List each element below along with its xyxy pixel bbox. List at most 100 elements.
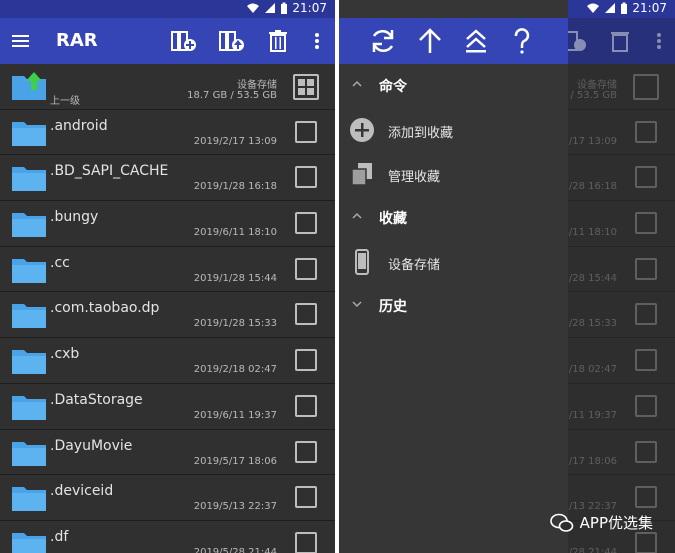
checkbox-icon[interactable] (295, 166, 317, 189)
status-time: 21:07 (632, 1, 667, 15)
menu-item-device-storage[interactable]: 设备存储 (339, 240, 568, 284)
checkbox-icon (635, 531, 657, 553)
phone-icon (355, 249, 369, 275)
file-date: 2019/2/17 13:09 (193, 135, 277, 147)
folder-icon (12, 213, 46, 238)
menu-item-add-favorite[interactable]: 添加到收藏 (339, 108, 568, 152)
file-name: .DayuMovie (50, 437, 133, 454)
checkbox-icon (635, 257, 657, 280)
file-row[interactable]: .cc 2019/1/28 15:44 (0, 246, 335, 293)
file-date: 2019/1/28 15:33 (193, 318, 277, 330)
help-icon[interactable] (507, 26, 537, 56)
checkbox-icon (635, 440, 657, 463)
folder-icon (12, 167, 46, 192)
checkbox-icon (635, 486, 657, 509)
file-date: 2019/2/18 02:47 (193, 364, 277, 376)
wifi-icon (247, 3, 260, 13)
checkbox-icon (635, 394, 657, 417)
checkbox-icon[interactable] (295, 120, 317, 143)
checkbox-icon[interactable] (295, 303, 317, 326)
battery-icon (281, 2, 288, 14)
storage-size: 18.7 GB / 53.5 GB (187, 90, 277, 101)
chevron-up-icon (352, 212, 362, 219)
app-bar: RAR (0, 18, 335, 64)
right-screen: 21:07 设备存储 18.7 GB / 53.5 GB 2019/2/17 1… (339, 0, 675, 553)
checkbox-icon[interactable] (295, 394, 317, 417)
section-commands[interactable]: 命令 (339, 64, 568, 108)
more-icon[interactable] (303, 27, 331, 55)
file-name: .cxb (50, 346, 80, 363)
file-name: .BD_SAPI_CACHE (50, 163, 169, 180)
grid-icon[interactable] (293, 74, 319, 100)
menu-item-manage-favorites[interactable]: 管理收藏 (339, 152, 568, 196)
up-arrow-icon[interactable] (415, 26, 445, 56)
refresh-icon[interactable] (368, 26, 398, 56)
extract-icon[interactable] (218, 27, 246, 55)
file-row[interactable]: .df 2019/5/28 21:44 (0, 520, 335, 553)
signal-icon (265, 3, 276, 13)
chevron-up-icon (352, 80, 362, 87)
menu-item-label: 设备存储 (388, 258, 441, 273)
drawer-menu: 命令 添加到收藏 管理收藏 收藏 设备存储 历史 (339, 64, 568, 328)
app-title: RAR (56, 30, 98, 51)
section-favorites[interactable]: 收藏 (339, 196, 568, 240)
menu-item-label: 管理收藏 (388, 170, 441, 185)
folder-icon (12, 258, 46, 283)
folder-icon (12, 350, 46, 375)
more-icon (657, 33, 661, 49)
file-row[interactable]: .BD_SAPI_CACHE 2019/1/28 16:18 (0, 155, 335, 202)
battery-icon (621, 2, 628, 14)
status-bar: 21:07 (0, 0, 335, 18)
parent-dir-row[interactable]: 上一级 设备存储 18.7 GB / 53.5 GB (0, 64, 335, 110)
checkbox-icon[interactable] (295, 486, 317, 509)
section-history[interactable]: 历史 (339, 284, 568, 328)
file-date: 2019/6/11 18:10 (193, 227, 277, 239)
add-circle-icon (350, 118, 374, 142)
file-name: .bungy (50, 209, 99, 226)
file-date: 2019/1/28 15:44 (193, 272, 277, 284)
file-row[interactable]: .cxb 2019/2/18 02:47 (0, 338, 335, 384)
section-title: 历史 (379, 299, 407, 315)
folder-icon (12, 441, 46, 466)
folder-icon (12, 487, 46, 512)
file-row[interactable]: .DataStorage 2019/6/11 19:37 (0, 383, 335, 430)
file-date: 2019/5/17 18:06 (193, 455, 277, 467)
file-row[interactable]: .deviceid 2019/5/13 22:37 (0, 475, 335, 521)
left-screen: 21:07 RAR 上一级 设备存储 18.7 GB / 53.5 GB .an… (0, 0, 335, 553)
checkbox-icon (635, 349, 657, 372)
collapse-icon[interactable] (461, 26, 491, 56)
file-row[interactable]: .bungy 2019/6/11 18:10 (0, 201, 335, 247)
storage-label: 设备存储 (577, 80, 617, 91)
checkbox-icon[interactable] (295, 440, 317, 463)
navigation-drawer: 命令 添加到收藏 管理收藏 收藏 设备存储 历史 (339, 0, 568, 553)
file-row[interactable]: .com.taobao.dp 2019/1/28 15:33 (0, 292, 335, 339)
file-date: 2019/6/11 19:37 (193, 409, 277, 421)
section-title: 收藏 (379, 211, 407, 227)
delete-icon[interactable] (264, 27, 292, 55)
menu-icon[interactable] (8, 27, 36, 55)
grid-icon (633, 74, 659, 100)
file-row[interactable]: .android 2019/2/17 13:09 (0, 109, 335, 156)
menu-item-label: 添加到收藏 (388, 126, 454, 141)
checkbox-icon[interactable] (295, 212, 317, 235)
signal-icon (605, 3, 616, 13)
file-name: .df (50, 528, 69, 545)
file-row[interactable]: .DayuMovie 2019/5/17 18:06 (0, 429, 335, 476)
add-archive-icon[interactable] (170, 27, 198, 55)
file-list: 上一级 设备存储 18.7 GB / 53.5 GB .android 2019/… (0, 64, 335, 553)
file-date: 2019/5/13 22:37 (193, 501, 277, 513)
checkbox-icon (635, 166, 657, 189)
parent-label: 上一级 (50, 96, 80, 107)
file-name: .cc (50, 254, 70, 271)
folder-up-icon (12, 72, 46, 100)
checkbox-icon[interactable] (295, 257, 317, 280)
folder-icon (12, 304, 46, 329)
folder-icon (12, 395, 46, 420)
file-name: .android (50, 117, 108, 134)
watermark: APP优选集 (549, 512, 653, 533)
checkbox-icon (635, 212, 657, 235)
delete-icon (611, 32, 629, 52)
checkbox-icon[interactable] (295, 531, 317, 553)
watermark-text: APP优选集 (579, 514, 653, 532)
checkbox-icon[interactable] (295, 349, 317, 372)
